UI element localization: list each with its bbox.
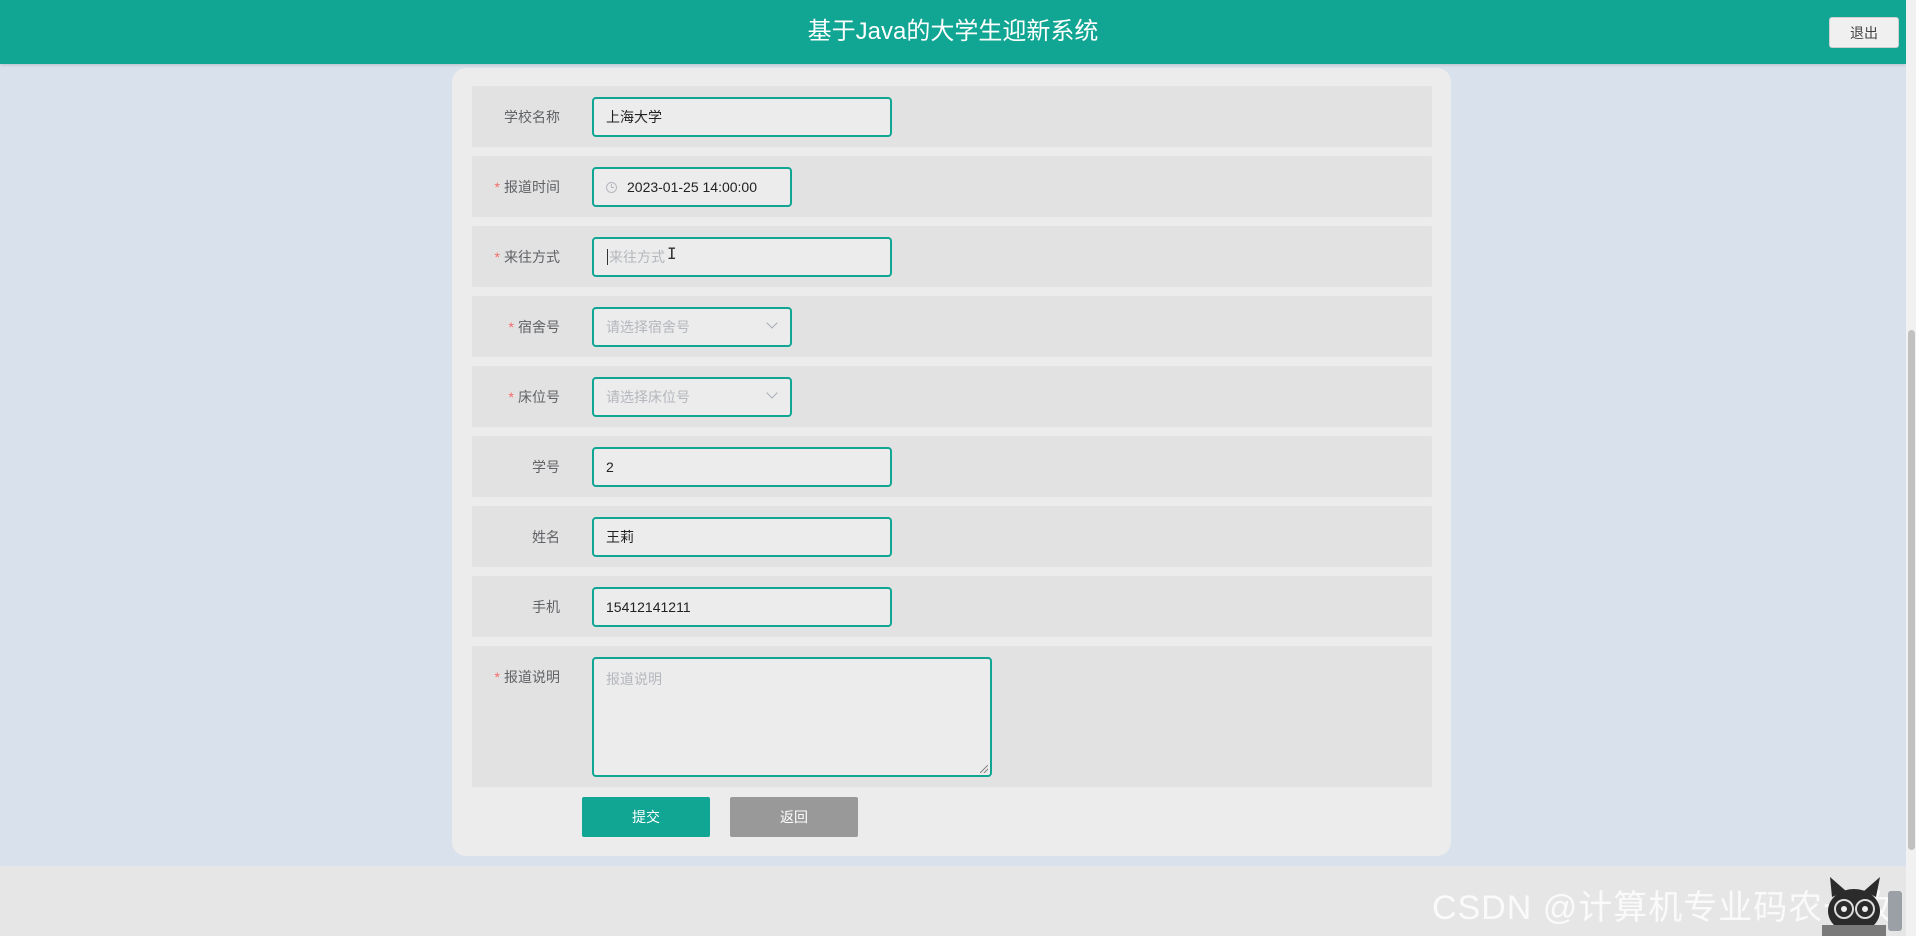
clock-icon [606,181,617,193]
page-title: 基于Java的大学生迎新系统 [807,18,1099,45]
student-id-value: 2 [606,459,614,475]
text-caret [607,249,608,265]
logout-button[interactable]: 退出 [1829,17,1899,48]
student-id-input[interactable]: 2 [592,447,892,487]
back-button[interactable]: 返回 [730,797,858,837]
school-name-value: 上海大学 [606,109,662,125]
phone-input[interactable]: 15412141211 [592,587,892,627]
phone-label: 手机 [532,599,560,615]
submit-button[interactable]: 提交 [582,797,710,837]
name-input[interactable]: 王莉 [592,517,892,557]
travel-mode-input[interactable]: 来往方式 [592,237,892,277]
report-notes-label: * 报道说明 [494,669,560,685]
report-notes-placeholder: 报道说明 [606,671,662,687]
chevron-down-icon [766,317,778,329]
school-name-label: 学校名称 [504,109,560,125]
travel-mode-label: * 来往方式 [494,249,560,265]
dorm-number-label: * 宿舍号 [508,319,560,335]
name-value: 王莉 [606,529,634,545]
report-time-value: 2023-01-25 14:00:00 [627,179,757,195]
bed-number-label: * 床位号 [508,389,560,405]
name-label: 姓名 [532,529,560,545]
report-time-picker[interactable]: 2023-01-25 14:00:00 [592,167,792,207]
bed-number-select[interactable]: 请选择床位号 [592,377,792,417]
page-scrollbar-thumb[interactable] [1908,330,1915,850]
student-id-label: 学号 [532,459,560,475]
phone-value: 15412141211 [606,599,691,615]
report-time-label: * 报道时间 [494,179,560,195]
travel-mode-placeholder: 来往方式 [609,249,665,265]
top-header: 基于Java的大学生迎新系统 退出 [0,0,1906,64]
dorm-number-select[interactable]: 请选择宿舍号 [592,307,792,347]
cat-mascot-icon [1822,877,1902,936]
chevron-down-icon [766,387,778,399]
bed-number-placeholder: 请选择床位号 [606,389,690,405]
dorm-number-placeholder: 请选择宿舍号 [606,319,690,335]
resize-handle-icon[interactable] [980,765,988,773]
text-cursor-icon: Ι [667,244,677,263]
school-name-input[interactable]: 上海大学 [592,97,892,137]
report-notes-textarea[interactable]: 报道说明 [592,657,992,777]
